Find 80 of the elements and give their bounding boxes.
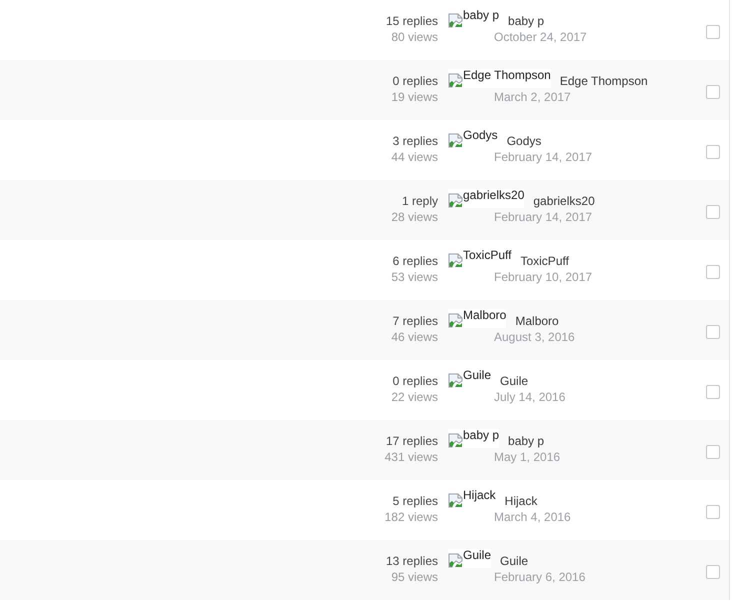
replies-count: 17 replies xyxy=(386,433,438,449)
author-link[interactable]: Hijack xyxy=(504,493,538,509)
post-date: May 1, 2016 xyxy=(494,449,560,465)
post-date: February 14, 2017 xyxy=(494,209,592,225)
views-count: 53 views xyxy=(391,269,438,285)
replies-count: 7 replies xyxy=(392,313,438,329)
broken-image-icon xyxy=(448,493,463,508)
select-checkbox[interactable] xyxy=(706,504,720,518)
author-link[interactable]: gabrielks20 xyxy=(533,193,595,209)
broken-image-icon xyxy=(448,553,463,568)
avatar-image[interactable]: Guile xyxy=(448,369,492,388)
avatar-alt-text: gabrielks20 xyxy=(463,189,524,202)
post-date: March 4, 2016 xyxy=(494,509,571,525)
select-checkbox[interactable] xyxy=(706,84,720,98)
views-count: 80 views xyxy=(391,29,438,45)
author-link[interactable]: ToxicPuff xyxy=(520,253,569,269)
post-date: August 3, 2016 xyxy=(494,329,575,345)
avatar-image[interactable]: Hijack xyxy=(448,489,496,508)
avatar-alt-text: Hijack xyxy=(463,489,496,502)
select-checkbox[interactable] xyxy=(706,564,720,578)
replies-count: 5 replies xyxy=(392,493,438,509)
avatar-alt-text: Edge Thompson xyxy=(463,69,551,82)
avatar-alt-text: Malboro xyxy=(463,309,506,322)
avatar-image[interactable]: Guile xyxy=(448,549,492,568)
broken-image-icon xyxy=(448,313,463,328)
post-date: February 14, 2017 xyxy=(494,149,592,165)
views-count: 95 views xyxy=(391,569,438,585)
author-link[interactable]: baby p xyxy=(508,13,544,29)
views-count: 28 views xyxy=(391,209,438,225)
author-link[interactable]: baby p xyxy=(508,433,544,449)
post-date: July 14, 2016 xyxy=(494,389,566,405)
replies-count: 15 replies xyxy=(386,13,438,29)
broken-image-icon xyxy=(448,13,463,28)
replies-count: 0 replies xyxy=(392,373,438,389)
avatar-image[interactable]: Malboro xyxy=(448,309,506,328)
avatar-alt-text: Guile xyxy=(463,549,492,562)
avatar-image[interactable]: Edge Thompson xyxy=(448,69,551,88)
views-count: 44 views xyxy=(391,149,438,165)
views-count: 182 views xyxy=(384,509,438,525)
broken-image-icon xyxy=(448,73,463,88)
post-date: March 2, 2017 xyxy=(494,89,571,105)
select-checkbox[interactable] xyxy=(706,324,720,338)
replies-count: 13 replies xyxy=(386,553,438,569)
views-count: 46 views xyxy=(391,329,438,345)
replies-count: 0 replies xyxy=(392,73,438,89)
select-checkbox[interactable] xyxy=(706,264,720,278)
replies-count: 6 replies xyxy=(392,253,438,269)
select-checkbox[interactable] xyxy=(706,144,720,158)
replies-count: 1 reply xyxy=(402,193,438,209)
broken-image-icon xyxy=(448,433,463,448)
author-link[interactable]: Godys xyxy=(506,133,542,149)
broken-image-icon xyxy=(448,193,463,208)
avatar-alt-text: Godys xyxy=(463,129,498,142)
author-link[interactable]: Guile xyxy=(500,373,528,389)
select-checkbox[interactable] xyxy=(706,384,720,398)
select-checkbox[interactable] xyxy=(706,444,720,458)
author-link[interactable]: Guile xyxy=(500,553,528,569)
post-date: February 10, 2017 xyxy=(494,269,592,285)
views-count: 431 views xyxy=(384,449,438,465)
avatar-image[interactable]: baby p xyxy=(448,429,500,448)
post-date: October 24, 2017 xyxy=(494,29,587,45)
avatar-image[interactable]: baby p xyxy=(448,9,500,28)
broken-image-icon xyxy=(448,373,463,388)
select-checkbox[interactable] xyxy=(706,24,720,38)
author-link[interactable]: Edge Thompson xyxy=(560,73,648,89)
select-checkbox[interactable] xyxy=(706,204,720,218)
avatar-alt-text: Guile xyxy=(463,369,492,382)
avatar-alt-text: baby p xyxy=(463,9,500,22)
avatar-alt-text: baby p xyxy=(463,429,500,442)
avatar-alt-text: ToxicPuff xyxy=(463,249,512,262)
broken-image-icon xyxy=(448,133,463,148)
post-date: February 6, 2016 xyxy=(494,569,586,585)
broken-image-icon xyxy=(448,253,463,268)
avatar-image[interactable]: gabrielks20 xyxy=(448,189,524,208)
replies-count: 3 replies xyxy=(392,133,438,149)
avatar-image[interactable]: ToxicPuff xyxy=(448,249,512,268)
avatar-image[interactable]: Godys xyxy=(448,129,498,148)
author-link[interactable]: Malboro xyxy=(515,313,559,329)
views-count: 22 views xyxy=(391,389,438,405)
views-count: 19 views xyxy=(391,89,438,105)
